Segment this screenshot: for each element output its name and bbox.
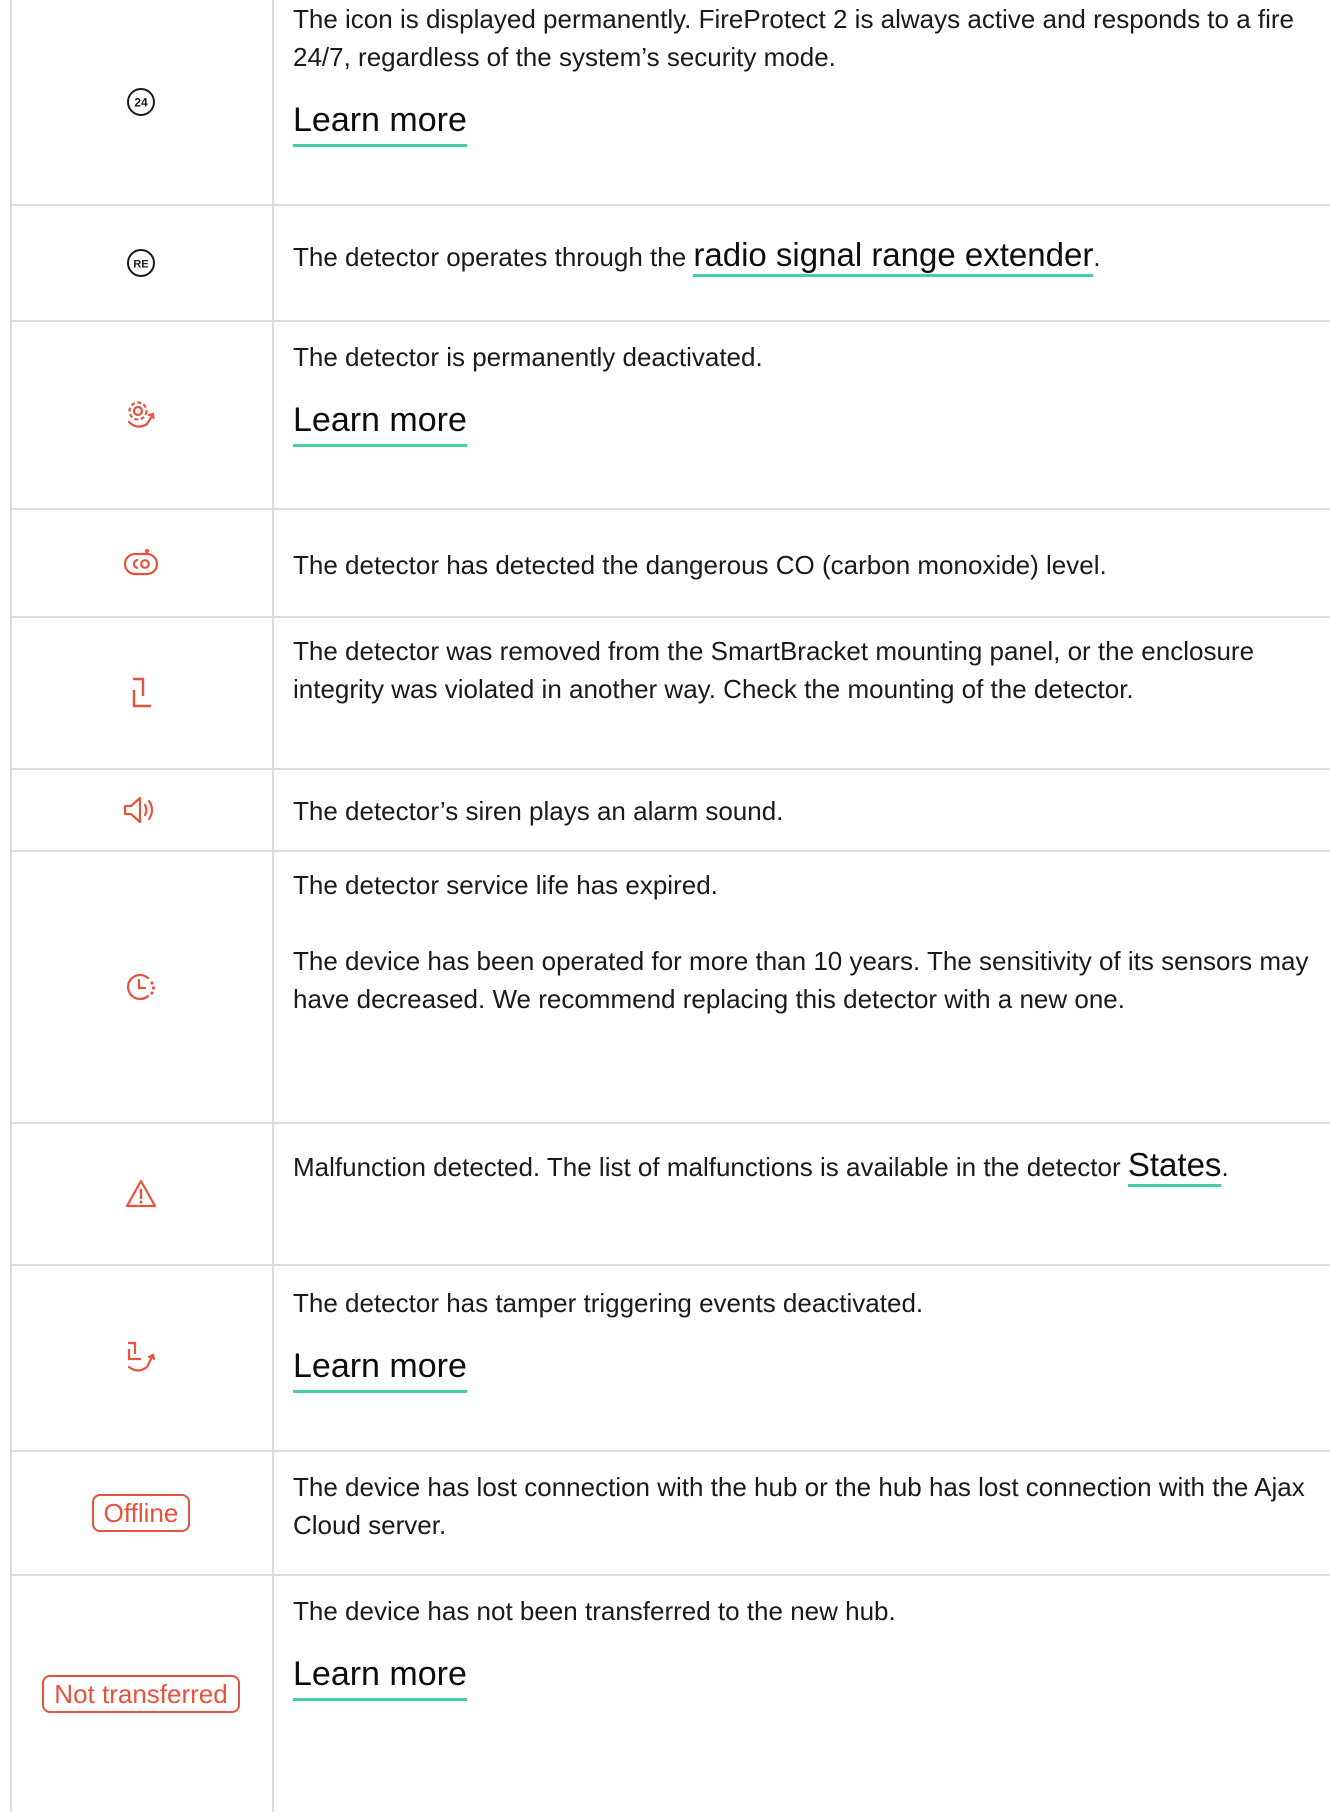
row-description: The detector operates through the radio … xyxy=(293,236,1310,277)
row-description: The device has not been transferred to t… xyxy=(293,1596,896,1626)
row-description: The detector has detected the dangerous … xyxy=(293,550,1107,580)
table-row: Not transferred The device has not been … xyxy=(10,1576,1330,1812)
row-description: The detector is permanently deactivated. xyxy=(293,342,763,372)
icon-cell xyxy=(10,770,272,850)
row-description: Malfunction detected. The list of malfun… xyxy=(293,1140,1310,1190)
icon-cell: Offline xyxy=(10,1452,272,1574)
not-transferred-badge: Not transferred xyxy=(42,1675,240,1713)
table-row: The detector service life has expired. T… xyxy=(10,852,1330,1124)
description-text: The detector operates through the xyxy=(293,242,694,272)
icon-cell: RE xyxy=(10,206,272,320)
icon-cell xyxy=(10,1266,272,1450)
row-description: The device has lost connection with the … xyxy=(293,1472,1305,1540)
icon-cell: 24 xyxy=(10,0,272,204)
description-punctuation: . xyxy=(1093,242,1101,272)
learn-more-link[interactable]: Learn more xyxy=(293,1344,467,1393)
siren-speaker-icon xyxy=(121,794,161,826)
warning-triangle-icon xyxy=(124,1178,158,1210)
24-7-icon: 24 xyxy=(125,86,157,118)
table-row: The detector’s siren plays an alarm soun… xyxy=(10,770,1330,852)
svg-text:24: 24 xyxy=(134,96,148,110)
co-alarm-icon xyxy=(123,547,159,579)
states-link[interactable]: States xyxy=(1127,1146,1222,1187)
icon-cell xyxy=(10,1124,272,1264)
table-row: The detector has tamper triggering event… xyxy=(10,1266,1330,1452)
table-row: Offline The device has lost connection w… xyxy=(10,1452,1330,1576)
table-row: The detector was removed from the SmartB… xyxy=(10,618,1330,770)
row-description: The detector service life has expired. xyxy=(293,870,718,900)
table-row: 24 The icon is displayed permanently. Fi… xyxy=(10,0,1330,206)
offline-badge: Offline xyxy=(91,1494,191,1532)
row-description: The detector was removed from the SmartB… xyxy=(293,636,1255,704)
range-extender-icon: RE xyxy=(125,247,157,279)
svg-text:RE: RE xyxy=(133,259,148,271)
icons-table: 24 The icon is displayed permanently. Fi… xyxy=(0,0,1330,1812)
icon-cell xyxy=(10,852,272,1122)
row-description: The detector has tamper triggering event… xyxy=(293,1288,924,1318)
tamper-icon xyxy=(127,676,155,710)
deactivated-gear-icon xyxy=(123,398,159,432)
icon-cell xyxy=(10,510,272,616)
learn-more-link[interactable]: Learn more xyxy=(293,98,467,147)
row-description-detail: The device has been operated for more th… xyxy=(293,946,1309,1014)
service-life-clock-icon xyxy=(124,970,158,1004)
learn-more-link[interactable]: Learn more xyxy=(293,398,467,447)
table-row: RE The detector operates through the rad… xyxy=(10,206,1330,322)
description-text: Malfunction detected. The list of malfun… xyxy=(293,1152,1128,1182)
range-extender-link[interactable]: radio signal range extender xyxy=(693,236,1094,277)
row-description: The detector’s siren plays an alarm soun… xyxy=(293,796,784,826)
icon-cell xyxy=(10,322,272,508)
row-description: The icon is displayed permanently. FireP… xyxy=(293,4,1294,72)
icon-cell: Not transferred xyxy=(10,1576,272,1812)
learn-more-link[interactable]: Learn more xyxy=(293,1652,467,1701)
table-row: The detector has detected the dangerous … xyxy=(10,510,1330,618)
table-row: Malfunction detected. The list of malfun… xyxy=(10,1124,1330,1266)
description-punctuation: . xyxy=(1221,1152,1229,1182)
table-row: The detector is permanently deactivated.… xyxy=(10,322,1330,510)
icon-cell xyxy=(10,618,272,768)
tamper-deactivated-icon xyxy=(123,1340,159,1376)
